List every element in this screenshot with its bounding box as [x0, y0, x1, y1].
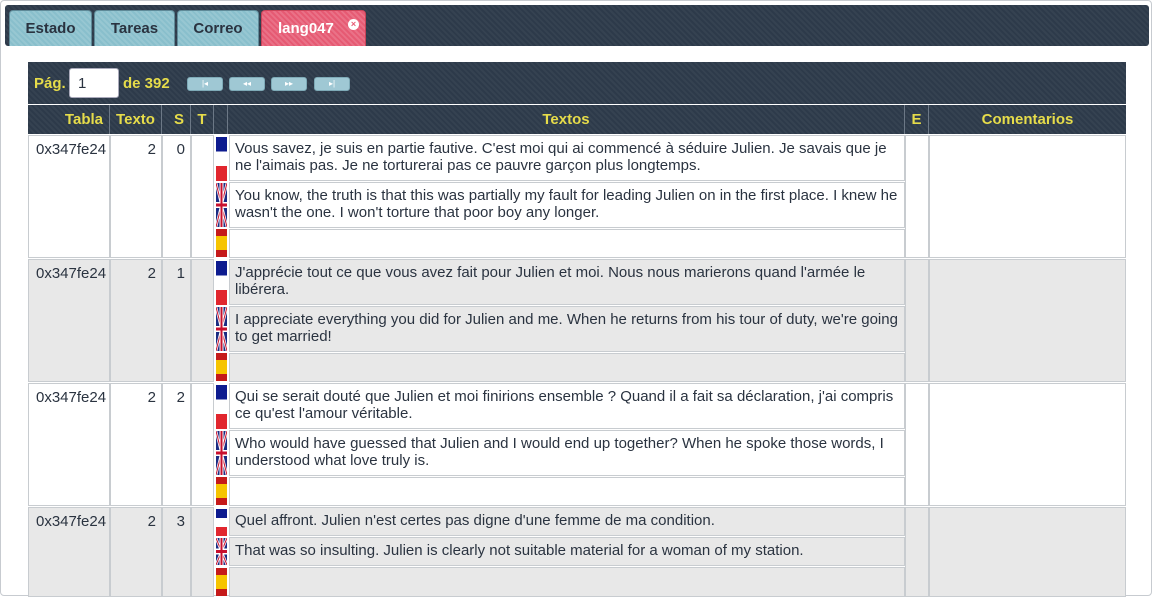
- tabla-cell: 0x347fe24: [28, 383, 110, 506]
- table-header: Tabla Texto S T Textos E Comentarios: [28, 105, 1126, 134]
- text-es[interactable]: [229, 567, 905, 597]
- first-page-button[interactable]: |◂: [187, 77, 223, 91]
- french-flag-icon: [216, 261, 227, 305]
- texto-cell: 2: [110, 259, 162, 382]
- s-cell: 3: [162, 507, 191, 597]
- text-en[interactable]: Who would have guessed that Julien and I…: [229, 430, 905, 476]
- text-fr[interactable]: J'apprécie tout ce que vous avez fait po…: [229, 259, 905, 305]
- comment-cell[interactable]: [929, 135, 1126, 258]
- text-fr[interactable]: Quel affront. Julien n'est certes pas di…: [229, 507, 905, 536]
- tabla-cell: 0x347fe24: [28, 507, 110, 597]
- text-fr[interactable]: Qui se serait douté que Julien et moi fi…: [229, 383, 905, 429]
- text-es[interactable]: [229, 477, 905, 506]
- t-status-cell[interactable]: [191, 383, 214, 506]
- text-en[interactable]: That was so insulting. Julien is clearly…: [229, 537, 905, 566]
- text-en[interactable]: I appreciate everything you did for Juli…: [229, 306, 905, 352]
- tabla-cell: 0x347fe24: [28, 135, 110, 258]
- col-t[interactable]: T: [191, 105, 214, 134]
- tab-tareas[interactable]: Tareas: [94, 10, 175, 46]
- comment-cell[interactable]: [929, 383, 1126, 506]
- uk-flag-icon: [216, 538, 227, 565]
- french-flag-icon: [216, 509, 227, 536]
- page-input[interactable]: [69, 68, 119, 98]
- texto-cell: 2: [110, 383, 162, 506]
- page-label: Pág.: [34, 75, 66, 92]
- pagination-bar: Pág. de 392 |◂ ◂◂ ▸▸ ▸|: [28, 62, 1126, 104]
- t-status-cell[interactable]: [191, 135, 214, 258]
- comment-cell[interactable]: [929, 259, 1126, 382]
- tab-lang047[interactable]: lang047 ×: [261, 10, 366, 46]
- next-page-button[interactable]: ▸▸: [271, 77, 307, 91]
- spanish-flag-icon: [216, 353, 227, 381]
- col-flag: [214, 105, 228, 134]
- col-comentarios[interactable]: Comentarios: [929, 105, 1126, 134]
- uk-flag-icon: [216, 183, 227, 227]
- tab-estado[interactable]: Estado: [9, 10, 92, 46]
- col-textos[interactable]: Textos: [228, 105, 905, 134]
- texto-cell: 2: [110, 135, 162, 258]
- t-status-cell[interactable]: [191, 259, 214, 382]
- tab-correo[interactable]: Correo: [177, 10, 259, 46]
- col-texto[interactable]: Texto: [110, 105, 162, 134]
- s-cell: 2: [162, 383, 191, 506]
- french-flag-icon: [216, 137, 227, 181]
- tab-lang047-label: lang047: [278, 20, 334, 37]
- page-count: de 392: [123, 75, 170, 92]
- col-tabla[interactable]: Tabla: [28, 105, 110, 134]
- last-page-button[interactable]: ▸|: [314, 77, 350, 91]
- s-cell: 0: [162, 135, 191, 258]
- french-flag-icon: [216, 385, 227, 429]
- spanish-flag-icon: [216, 568, 227, 596]
- close-tab-icon[interactable]: ×: [348, 19, 359, 30]
- table-row: 0x347fe24 2 0 Vous savez, je suis en par…: [28, 135, 1126, 258]
- text-es[interactable]: [229, 353, 905, 382]
- col-e[interactable]: E: [905, 105, 929, 134]
- text-fr[interactable]: Vous savez, je suis en partie fautive. C…: [229, 135, 905, 181]
- t-status-cell[interactable]: [191, 507, 214, 597]
- prev-page-button[interactable]: ◂◂: [229, 77, 265, 91]
- e-status-cell[interactable]: [905, 135, 929, 258]
- table-row: 0x347fe24 2 2 Qui se serait douté que Ju…: [28, 383, 1126, 506]
- s-cell: 1: [162, 259, 191, 382]
- e-status-cell[interactable]: [905, 383, 929, 506]
- e-status-cell[interactable]: [905, 507, 929, 597]
- spanish-flag-icon: [216, 229, 227, 257]
- e-status-cell[interactable]: [905, 259, 929, 382]
- texto-cell: 2: [110, 507, 162, 597]
- text-es[interactable]: [229, 229, 905, 258]
- uk-flag-icon: [216, 431, 227, 475]
- uk-flag-icon: [216, 307, 227, 351]
- comment-cell[interactable]: [929, 507, 1126, 597]
- app-frame: Estado Tareas Correo lang047 × Pág. de 3…: [0, 0, 1152, 597]
- col-s[interactable]: S: [162, 105, 191, 134]
- tab-bar: Estado Tareas Correo lang047 ×: [5, 5, 1149, 46]
- table-row: 0x347fe24 2 3 Quel affront. Julien n'est…: [28, 507, 1126, 597]
- tabla-cell: 0x347fe24: [28, 259, 110, 382]
- text-en[interactable]: You know, the truth is that this was par…: [229, 182, 905, 228]
- spanish-flag-icon: [216, 477, 227, 505]
- table-row: 0x347fe24 2 1 J'apprécie tout ce que vou…: [28, 259, 1126, 382]
